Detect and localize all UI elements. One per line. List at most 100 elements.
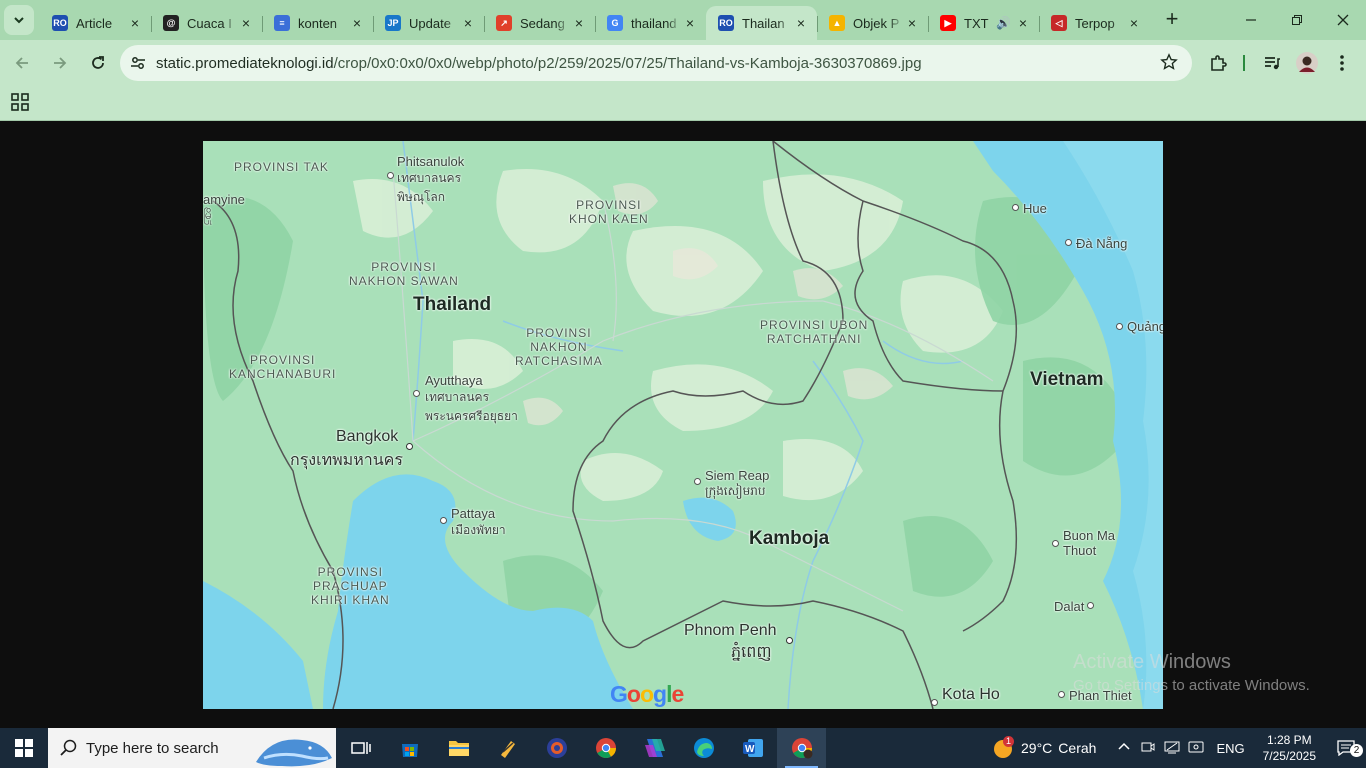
map-label-city-script: ភ្នំពេញ	[731, 644, 772, 661]
taskbar-search-box[interactable]: Type here to search	[48, 728, 336, 768]
close-tab-icon[interactable]: ×	[904, 15, 920, 31]
taskbar-app-file-explorer[interactable]	[434, 728, 483, 768]
browser-tab[interactable]: Gthailand ×	[595, 6, 706, 40]
extensions-button[interactable]	[1203, 48, 1233, 78]
taskbar-app-chrome[interactable]	[581, 728, 630, 768]
weather-temp: 29°C	[1021, 740, 1053, 756]
notification-center-button[interactable]: 2	[1326, 728, 1366, 768]
arrow-left-icon	[15, 57, 28, 69]
apps-grid-icon[interactable]	[11, 93, 29, 111]
restore-button[interactable]	[1274, 0, 1320, 40]
close-tab-icon[interactable]: ×	[571, 15, 587, 31]
map-label-province: PROVINSI TAK	[234, 160, 329, 174]
reload-button[interactable]	[80, 45, 116, 81]
bookmark-star-icon[interactable]	[1160, 53, 1178, 71]
taskbar-app-sticky[interactable]	[483, 728, 532, 768]
minimize-button[interactable]	[1228, 0, 1274, 40]
map-label-city: Pattaya	[451, 506, 496, 521]
map-background	[203, 141, 1163, 709]
city-marker	[1012, 204, 1019, 211]
browser-menu-button[interactable]	[1327, 48, 1357, 78]
taskbar-app-m365[interactable]	[630, 728, 679, 768]
map-label-city: Dalat	[1054, 599, 1085, 614]
media-controls-button[interactable]	[1257, 48, 1287, 78]
browser-tab[interactable]: JP Update ×	[373, 6, 484, 40]
taskbar-app-store[interactable]	[385, 728, 434, 768]
notification-count: 2	[1350, 744, 1363, 757]
profile-avatar[interactable]	[1292, 48, 1322, 78]
browser-tab[interactable]: ≡ konten ×	[262, 6, 373, 40]
tab-title: Objek P	[853, 15, 900, 31]
close-tab-icon[interactable]: ×	[1015, 15, 1031, 31]
map-label-province: PROVINSI PRACHUAP KHIRI KHAN	[311, 565, 390, 607]
tray-meet-button[interactable]	[1136, 740, 1160, 757]
map-label-province: PROVINSI KHON KAEN	[569, 198, 649, 226]
back-button[interactable]	[4, 45, 40, 81]
browser-tab[interactable]: ◁ Terpop ×	[1039, 6, 1150, 40]
browser-tab[interactable]: RO Article ×	[40, 6, 151, 40]
close-window-button[interactable]	[1320, 0, 1366, 40]
map-label-province: PROVINSI UBON RATCHATHANI	[760, 318, 869, 346]
weather-widget[interactable]: 1 29°C Cerah	[991, 736, 1096, 760]
tab-title: Cuaca I	[187, 15, 232, 31]
language-indicator[interactable]: ENG	[1216, 741, 1244, 756]
map-image: Thailand Vietnam Kamboja PROVINSI TAK PR…	[203, 141, 1163, 709]
google-logo: Google	[610, 681, 684, 707]
tab-title: Thailan	[742, 15, 785, 31]
browser-tab[interactable]: @ Cuaca I ×	[151, 6, 262, 40]
ring-app-icon	[546, 738, 567, 758]
taskbar-app-edge[interactable]	[679, 728, 728, 768]
map-label-city: Đà Nẵng	[1076, 236, 1128, 251]
windows-logo-icon	[15, 739, 33, 757]
tray-overflow-button[interactable]	[1112, 741, 1136, 756]
city-marker	[1116, 323, 1123, 330]
task-view-button[interactable]	[336, 728, 385, 768]
url-path: /crop/0x0:0x0/0x0/webp/photo/p2/259/2025…	[333, 54, 922, 72]
map-label-province: PROVINSI KANCHANABURI	[229, 353, 337, 381]
speaker-icon[interactable]: 🔊	[996, 16, 1011, 30]
city-marker	[413, 390, 420, 397]
youtube-logo-icon: ▶	[940, 15, 956, 31]
ro-logo-icon: RO	[52, 15, 68, 31]
arrow-right-icon	[54, 57, 67, 69]
taskbar-app-word[interactable]: W	[728, 728, 777, 768]
browser-tab[interactable]: RO Thailan ×	[706, 6, 817, 40]
puzzle-icon	[1211, 55, 1227, 71]
map-label-country: Vietnam	[1030, 369, 1104, 390]
city-marker	[1065, 239, 1072, 246]
new-tab-button[interactable]: +	[1158, 6, 1186, 34]
tray-display-button[interactable]	[1184, 740, 1208, 757]
weather-badge: 1	[1003, 736, 1015, 747]
site-info-icon[interactable]	[130, 55, 146, 71]
tab-search-button[interactable]	[4, 5, 34, 35]
search-placeholder: Type here to search	[86, 739, 219, 757]
browser-tab[interactable]: ▶ TXT 🔊 ×	[928, 6, 1039, 40]
address-bar[interactable]: static.promediateknologi.id/crop/0x0:0x0…	[120, 45, 1192, 81]
close-tab-icon[interactable]: ×	[127, 15, 143, 31]
taskbar-app-ring[interactable]	[532, 728, 581, 768]
google-docs-icon-icon: ≡	[274, 15, 290, 31]
close-tab-icon[interactable]: ×	[793, 15, 809, 31]
map-label-city: Bangkok	[336, 428, 399, 445]
close-tab-icon[interactable]: ×	[238, 15, 254, 31]
browser-toolbar: static.promediateknologi.id/crop/0x0:0x0…	[0, 40, 1366, 86]
forward-button[interactable]	[42, 45, 78, 81]
start-button[interactable]	[0, 728, 48, 768]
clock[interactable]: 1:28 PM 7/25/2025	[1263, 732, 1316, 764]
browser-tab[interactable]: ↗ Sedang ×	[484, 6, 595, 40]
ro-logo-icon: RO	[718, 15, 734, 31]
close-tab-icon[interactable]: ×	[349, 15, 365, 31]
close-tab-icon[interactable]: ×	[1126, 15, 1142, 31]
store-icon	[401, 744, 418, 757]
minimize-icon	[1246, 19, 1256, 21]
tab-title: Update	[409, 15, 451, 31]
map-label-city: Ayutthaya	[425, 373, 483, 388]
browser-tab[interactable]: ▲ Objek P ×	[817, 6, 928, 40]
taskbar-app-chrome-profile[interactable]	[777, 728, 826, 768]
city-marker	[1058, 691, 1065, 698]
tray-network-button[interactable]	[1160, 740, 1184, 757]
close-tab-icon[interactable]: ×	[460, 15, 476, 31]
map-label-city: Hue	[1023, 201, 1047, 216]
close-tab-icon[interactable]: ×	[682, 15, 698, 31]
google-g-logo-icon: G	[607, 15, 623, 31]
